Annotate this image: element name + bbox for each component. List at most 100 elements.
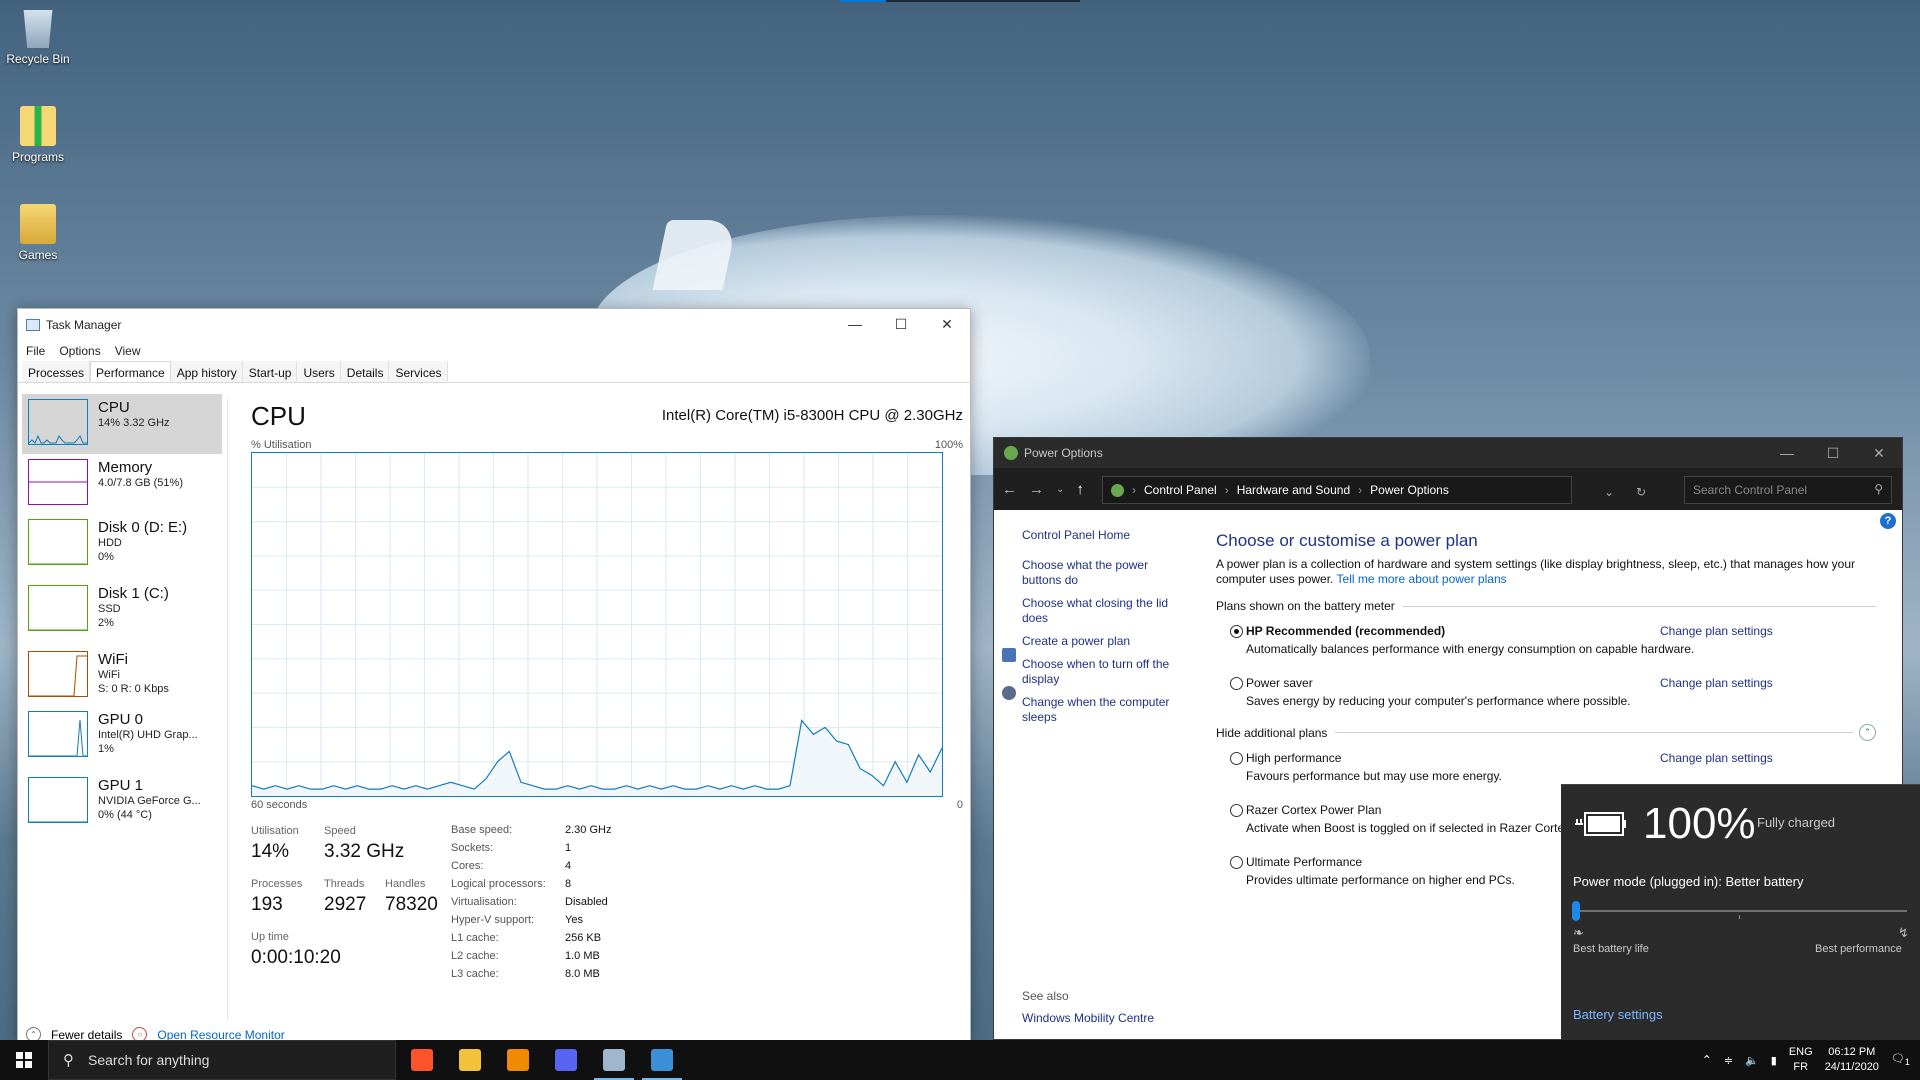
clock[interactable]: 06:12 PM 24/11/2020 xyxy=(1825,1045,1879,1075)
recent-locations-icon[interactable]: ⌄ xyxy=(1056,481,1064,498)
radio-unselected[interactable] xyxy=(1230,804,1243,817)
link-windows-mobility-centre[interactable]: Windows Mobility Centre xyxy=(1022,1011,1182,1026)
spec-key: Logical processors: xyxy=(451,878,546,890)
lightning-icon: ↯ xyxy=(1898,925,1909,940)
link-computer-sleeps[interactable]: Change when the computer sleeps xyxy=(1022,695,1182,725)
minimize-button[interactable]: — xyxy=(1764,438,1810,468)
taskbar-app-control-panel[interactable] xyxy=(638,1040,686,1080)
up-arrow-icon[interactable]: ↑ xyxy=(1076,481,1084,498)
radio-unselected[interactable] xyxy=(1230,677,1243,690)
link-power-buttons[interactable]: Choose what the power buttons do xyxy=(1022,558,1182,588)
thumbnail-graph xyxy=(28,519,88,565)
volume-icon[interactable]: 🔈 xyxy=(1745,1054,1759,1067)
close-button[interactable]: ✕ xyxy=(924,309,970,339)
desktop-icon-games[interactable]: Games xyxy=(4,204,72,262)
spec-value: 1 xyxy=(565,842,572,854)
battery-settings-link[interactable]: Battery settings xyxy=(1573,1007,1663,1022)
menu-view[interactable]: View xyxy=(115,344,141,358)
refresh-icon[interactable]: ↻ xyxy=(1636,485,1646,499)
sidebar-item-detail: SSD xyxy=(98,603,121,615)
sidebar-item-disk-0-d-e[interactable]: Disk 0 (D: E:) HDD 0% xyxy=(22,514,222,580)
taskbar-app-task-manager[interactable] xyxy=(590,1040,638,1080)
notification-icon[interactable]: 🗨1 xyxy=(1891,1052,1910,1067)
sidebar-item-wifi[interactable]: WiFi WiFi S: 0 R: 0 Kbps xyxy=(22,646,222,706)
desktop-icon-programs[interactable]: Programs xyxy=(4,106,72,164)
page-title: Choose or customise a power plan xyxy=(1216,531,1478,550)
change-plan-settings-link[interactable]: Change plan settings xyxy=(1660,751,1773,765)
maximize-button[interactable]: ☐ xyxy=(1810,438,1856,468)
group-heading: Hide additional plans xyxy=(1216,725,1328,740)
battery-icon[interactable]: ▮ xyxy=(1771,1054,1777,1067)
tab-start-up[interactable]: Start-up xyxy=(242,361,298,382)
radio-selected[interactable] xyxy=(1230,625,1243,638)
link-create-power-plan[interactable]: Create a power plan xyxy=(1022,634,1182,649)
sidebar-item-gpu-0[interactable]: GPU 0 Intel(R) UHD Grap... 1% xyxy=(22,706,222,772)
slider-thumb[interactable] xyxy=(1572,901,1580,921)
tab-processes[interactable]: Processes xyxy=(22,361,91,382)
minimize-button[interactable]: — xyxy=(832,309,878,339)
sidebar-item-text: WiFi WiFi S: 0 R: 0 Kbps xyxy=(98,651,169,701)
cpu-utilisation-graph xyxy=(251,452,943,797)
change-plan-settings-link[interactable]: Change plan settings xyxy=(1660,676,1773,690)
help-icon[interactable]: ? xyxy=(1880,513,1896,529)
change-plan-settings-link[interactable]: Change plan settings xyxy=(1660,624,1773,638)
sidebar-item-disk-1-c[interactable]: Disk 1 (C:) SSD 2% xyxy=(22,580,222,646)
tab-app-history[interactable]: App history xyxy=(170,361,243,382)
sidebar-item-cpu[interactable]: CPU 14% 3.32 GHz xyxy=(22,394,222,454)
wifi-icon[interactable]: ≑ xyxy=(1724,1054,1733,1067)
spec-value: 8.0 MB xyxy=(565,968,600,980)
taskbar-app-brave[interactable] xyxy=(398,1040,446,1080)
tab-users[interactable]: Users xyxy=(297,361,341,382)
taskbar-app-file-explorer[interactable] xyxy=(446,1040,494,1080)
tab-details[interactable]: Details xyxy=(340,361,390,382)
sidebar-item-gpu-1[interactable]: GPU 1 NVIDIA GeForce G... 0% (44 °C) xyxy=(22,772,222,838)
learn-more-link[interactable]: Tell me more about power plans xyxy=(1337,572,1507,586)
window-title: Task Manager xyxy=(46,318,122,332)
battery-plug-icon xyxy=(1575,812,1626,836)
taskbar-app-vlc[interactable] xyxy=(494,1040,542,1080)
sidebar-item-name: Disk 1 (C:) xyxy=(98,585,169,602)
sidebar-item-text: GPU 1 NVIDIA GeForce G... 0% (44 °C) xyxy=(98,777,201,833)
title-bar[interactable]: Power Options — ☐ ✕ xyxy=(994,438,1902,468)
link-closing-lid[interactable]: Choose what closing the lid does xyxy=(1022,596,1182,626)
chevron-up-icon[interactable]: ⌃ xyxy=(1859,724,1876,741)
plan-hp-recommended[interactable]: HP Recommended (recommended) Automatical… xyxy=(1230,624,1876,666)
taskbar-search-box[interactable]: ⚲ Search for anything xyxy=(48,1040,396,1080)
spec-row: Virtualisation: Disabled xyxy=(451,893,611,911)
taskbar-app-discord[interactable] xyxy=(542,1040,590,1080)
spec-row: Logical processors: 8 xyxy=(451,875,611,893)
radio-unselected[interactable] xyxy=(1230,752,1243,765)
start-button[interactable] xyxy=(0,1040,48,1080)
title-bar[interactable]: Task Manager — ☐ ✕ xyxy=(18,309,970,341)
address-dropdown-icon[interactable]: ⌄ xyxy=(1604,485,1614,499)
link-turn-off-display[interactable]: Choose when to turn off the display xyxy=(1022,657,1182,687)
language-indicator[interactable]: ENG FR xyxy=(1789,1045,1813,1075)
show-hidden-icons[interactable]: ⌃ xyxy=(1702,1053,1712,1067)
graph-y-min: 0 xyxy=(956,799,963,811)
breadcrumb-control-panel[interactable]: Control Panel xyxy=(1144,483,1217,497)
tab-services[interactable]: Services xyxy=(389,361,448,382)
pinned-apps xyxy=(398,1040,686,1080)
breadcrumb-power-options[interactable]: Power Options xyxy=(1370,483,1449,497)
spec-key: L3 cache: xyxy=(451,968,499,980)
power-mode-slider[interactable] xyxy=(1575,910,1907,912)
radio-unselected[interactable] xyxy=(1230,856,1243,869)
search-input[interactable]: Search Control Panel ⚲ xyxy=(1684,476,1892,504)
plan-power-saver[interactable]: Power saver Saves energy by reducing you… xyxy=(1230,676,1876,718)
link-control-panel-home[interactable]: Control Panel Home xyxy=(1022,528,1182,543)
menu-options[interactable]: Options xyxy=(59,344,100,358)
graph-y-label: % Utilisation xyxy=(251,439,312,451)
language-code: ENG xyxy=(1788,1046,1813,1058)
uptime-label: Up time xyxy=(251,931,289,943)
breadcrumb-hardware-and-sound[interactable]: Hardware and Sound xyxy=(1237,483,1350,497)
maximize-button[interactable]: ☐ xyxy=(878,309,924,339)
close-button[interactable]: ✕ xyxy=(1856,438,1902,468)
forward-arrow-icon[interactable]: → xyxy=(1029,481,1044,498)
desktop-icon-recycle-bin[interactable]: Recycle Bin xyxy=(4,8,72,66)
tab-performance[interactable]: Performance xyxy=(90,361,171,382)
sidebar-item-memory[interactable]: Memory 4.0/7.8 GB (51%) xyxy=(22,454,222,514)
menu-file[interactable]: File xyxy=(26,344,45,358)
hidden-plans-group[interactable]: Hide additional plans ⌃ xyxy=(1216,724,1876,741)
back-arrow-icon[interactable]: ← xyxy=(1002,481,1017,498)
windows-logo-icon xyxy=(16,1052,32,1068)
